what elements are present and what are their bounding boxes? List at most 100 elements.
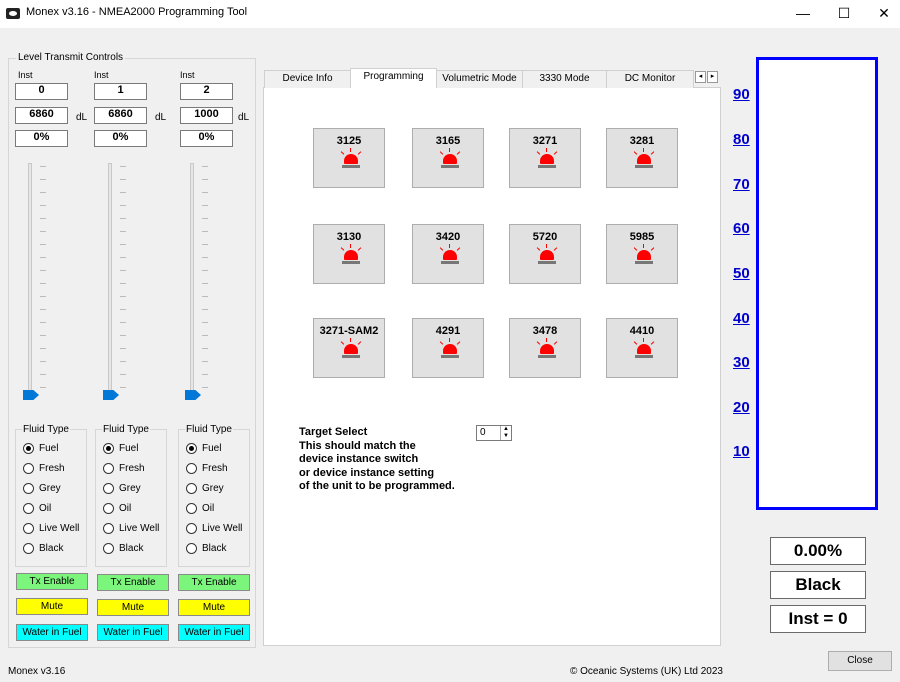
level-slider-ticks-1 bbox=[120, 166, 126, 398]
target-help-line: device instance switch bbox=[299, 453, 419, 465]
device-label: 3271-SAM2 bbox=[319, 325, 379, 337]
fluid-radio-fuel-0[interactable]: Fuel bbox=[23, 438, 79, 458]
unit-label-1: dL bbox=[155, 112, 167, 123]
fluid-type-group-0: Fluid Type Fuel Fresh Grey Oil Live Well… bbox=[15, 424, 87, 567]
alarm-beacon-icon bbox=[633, 338, 655, 358]
maximize-button[interactable]: ☐ bbox=[822, 0, 866, 28]
radio-icon bbox=[186, 502, 197, 514]
fluid-radio-grey-0[interactable]: Grey bbox=[23, 478, 79, 498]
fluid-radio-oil-2[interactable]: Oil bbox=[186, 498, 242, 518]
radio-icon bbox=[23, 482, 34, 494]
radio-icon bbox=[103, 502, 114, 514]
fluid-radio-black-1[interactable]: Black bbox=[103, 538, 159, 558]
device-button-3271[interactable]: 3271 bbox=[509, 128, 581, 188]
spinner-arrows[interactable]: ▲ ▼ bbox=[500, 426, 511, 440]
capacity-input-2[interactable]: 1000 bbox=[180, 107, 233, 124]
device-button-3165[interactable]: 3165 bbox=[412, 128, 484, 188]
fluid-radio-black-0[interactable]: Black bbox=[23, 538, 79, 558]
fluid-radio-oil-1[interactable]: Oil bbox=[103, 498, 159, 518]
fluid-radio-black-2[interactable]: Black bbox=[186, 538, 242, 558]
fluid-radio-grey-2[interactable]: Grey bbox=[186, 478, 242, 498]
close-button[interactable]: Close bbox=[828, 651, 892, 671]
gauge-fluid-display: Black bbox=[770, 571, 866, 599]
fluid-radio-livewell-1[interactable]: Live Well bbox=[103, 518, 159, 538]
gauge-percent-display: 0.00% bbox=[770, 537, 866, 565]
fluid-radio-livewell-2[interactable]: Live Well bbox=[186, 518, 242, 538]
tx-enable-button-1[interactable]: Tx Enable bbox=[97, 574, 169, 591]
device-button-3420[interactable]: 3420 bbox=[412, 224, 484, 284]
close-window-button[interactable]: ✕ bbox=[862, 0, 900, 28]
level-slider-track-0[interactable] bbox=[28, 163, 32, 395]
device-button-3478[interactable]: 3478 bbox=[509, 318, 581, 378]
device-button-4410[interactable]: 4410 bbox=[606, 318, 678, 378]
radio-label: Live Well bbox=[39, 522, 80, 534]
device-button-3130[interactable]: 3130 bbox=[313, 224, 385, 284]
spinner-down-icon[interactable]: ▼ bbox=[501, 433, 511, 440]
device-button-5720[interactable]: 5720 bbox=[509, 224, 581, 284]
radio-label: Live Well bbox=[119, 522, 160, 534]
gauge-scale-80: 80 bbox=[733, 131, 750, 148]
fluid-radio-livewell-0[interactable]: Live Well bbox=[23, 518, 79, 538]
level-slider-ticks-0 bbox=[40, 166, 46, 398]
target-help-line: This should match the bbox=[299, 439, 416, 452]
alarm-beacon-icon bbox=[633, 244, 655, 264]
radio-label: Live Well bbox=[202, 522, 243, 534]
device-label: 3165 bbox=[435, 135, 461, 147]
device-button-3271-sam2[interactable]: 3271-SAM2 bbox=[313, 318, 385, 378]
mute-button-2[interactable]: Mute bbox=[178, 599, 250, 616]
fluid-radio-grey-1[interactable]: Grey bbox=[103, 478, 159, 498]
water-in-fuel-button-2[interactable]: Water in Fuel bbox=[178, 624, 250, 641]
inst-input-1[interactable]: 1 bbox=[94, 83, 147, 100]
fluid-radio-oil-0[interactable]: Oil bbox=[23, 498, 79, 518]
tab-programming[interactable]: Programming bbox=[350, 68, 437, 88]
radio-label: Oil bbox=[119, 502, 132, 514]
inst-input-2[interactable]: 2 bbox=[180, 83, 233, 100]
level-gauge bbox=[756, 57, 878, 510]
device-label: 4410 bbox=[629, 325, 655, 337]
alarm-beacon-icon bbox=[633, 148, 655, 168]
water-in-fuel-button-1[interactable]: Water in Fuel bbox=[97, 624, 169, 641]
radio-icon bbox=[103, 482, 114, 494]
fluid-radio-fuel-2[interactable]: Fuel bbox=[186, 438, 242, 458]
level-slider-track-1[interactable] bbox=[108, 163, 112, 395]
device-button-3125[interactable]: 3125 bbox=[313, 128, 385, 188]
radio-label: Black bbox=[202, 542, 227, 554]
alarm-beacon-icon bbox=[536, 244, 558, 264]
tab-3330-mode[interactable]: 3330 Mode bbox=[522, 70, 607, 88]
device-label: 3271 bbox=[532, 135, 558, 147]
radio-label: Fresh bbox=[202, 462, 228, 474]
tx-enable-button-0[interactable]: Tx Enable bbox=[16, 573, 88, 590]
fluid-radio-fuel-1[interactable]: Fuel bbox=[103, 438, 159, 458]
tab-volumetric-mode[interactable]: Volumetric Mode bbox=[436, 70, 523, 88]
inst-input-0[interactable]: 0 bbox=[15, 83, 68, 100]
minimize-button[interactable]: — bbox=[781, 0, 825, 28]
device-label: 3281 bbox=[629, 135, 655, 147]
spinner-up-icon[interactable]: ▲ bbox=[501, 426, 511, 433]
level-slider-track-2[interactable] bbox=[190, 163, 194, 395]
tab-device-info[interactable]: Device Info bbox=[264, 70, 351, 88]
device-button-4291[interactable]: 4291 bbox=[412, 318, 484, 378]
target-select-instructions: Target Select This should match the devi… bbox=[299, 426, 455, 494]
window-title: Monex v3.16 - NMEA2000 Programming Tool bbox=[26, 6, 248, 18]
capacity-input-1[interactable]: 6860 bbox=[94, 107, 147, 124]
device-button-5985[interactable]: 5985 bbox=[606, 224, 678, 284]
tab-scroll-right-icon[interactable]: ▸ bbox=[707, 71, 718, 83]
tab-dc-monitor[interactable]: DC Monitor bbox=[606, 70, 694, 88]
tx-enable-button-2[interactable]: Tx Enable bbox=[178, 574, 250, 591]
fluid-radio-fresh-2[interactable]: Fresh bbox=[186, 458, 242, 478]
radio-selected-icon bbox=[23, 442, 34, 454]
tab-scroll-left-icon[interactable]: ◂ bbox=[695, 71, 706, 83]
mute-button-1[interactable]: Mute bbox=[97, 599, 169, 616]
fluid-radio-fresh-1[interactable]: Fresh bbox=[103, 458, 159, 478]
device-button-3281[interactable]: 3281 bbox=[606, 128, 678, 188]
water-in-fuel-button-0[interactable]: Water in Fuel bbox=[16, 624, 88, 641]
app-icon bbox=[6, 8, 20, 19]
device-label: 3125 bbox=[336, 135, 362, 147]
fluid-radio-fresh-0[interactable]: Fresh bbox=[23, 458, 79, 478]
gauge-scale-70: 70 bbox=[733, 176, 750, 193]
radio-label: Fuel bbox=[119, 442, 139, 454]
mute-button-0[interactable]: Mute bbox=[16, 598, 88, 615]
radio-icon bbox=[103, 542, 114, 554]
capacity-input-0[interactable]: 6860 bbox=[15, 107, 68, 124]
target-select-spinner[interactable]: 0 ▲ ▼ bbox=[476, 425, 512, 441]
